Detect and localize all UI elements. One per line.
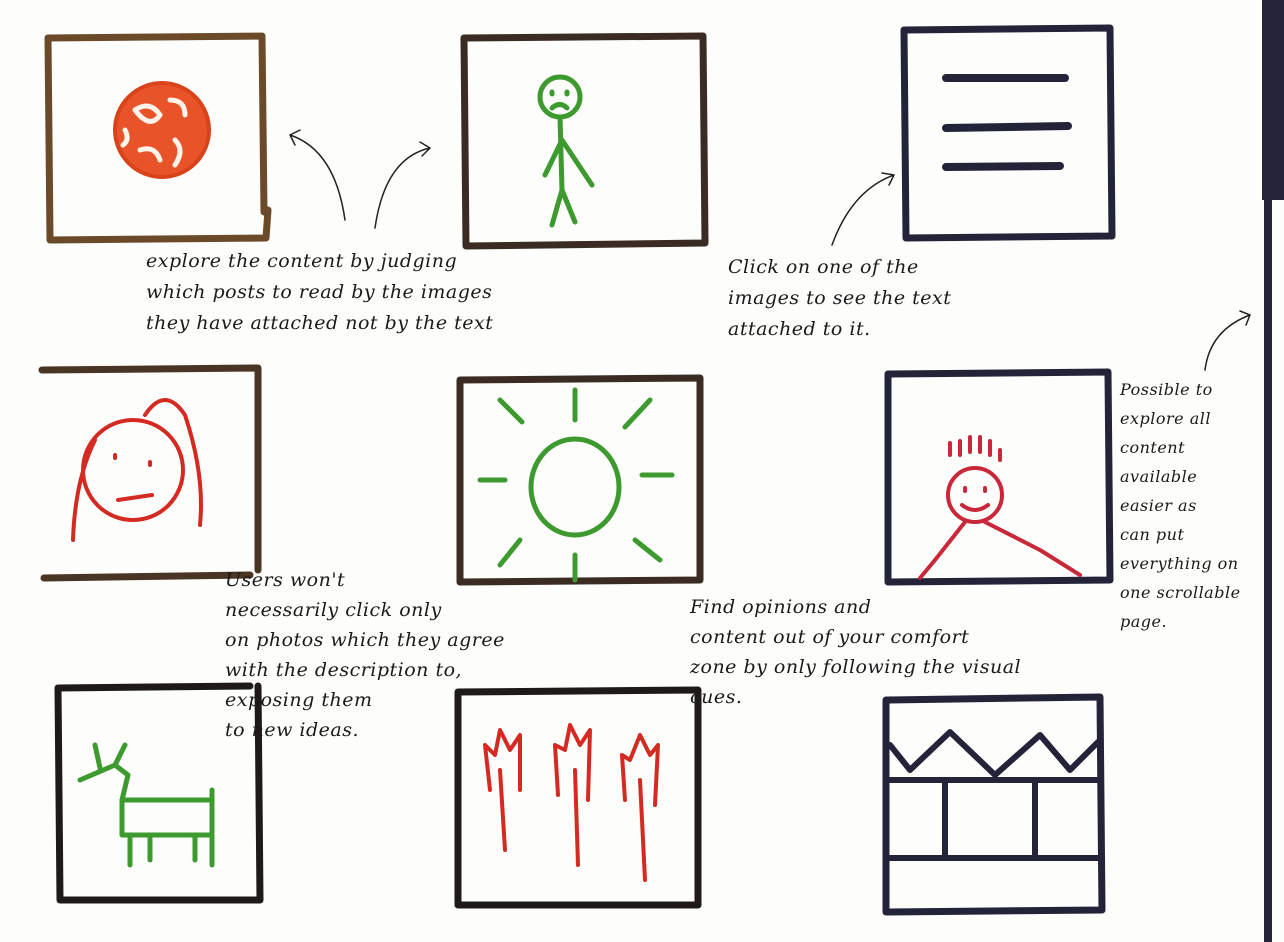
tile-ball[interactable]	[44, 32, 272, 244]
arrow-icon	[374, 141, 431, 229]
tile-stick-figure[interactable]	[460, 32, 709, 250]
note-click: Click on one of the images to see the te…	[728, 256, 952, 340]
note-scroll: Possible to explore all content availabl…	[1120, 380, 1241, 631]
building-icon	[887, 729, 1101, 861]
arrow-icon	[1204, 310, 1251, 371]
arrow-icon	[289, 129, 346, 221]
tile-girl-face[interactable]	[38, 364, 262, 582]
tile-sun[interactable]	[456, 374, 704, 586]
spiky-hair-person-icon	[918, 435, 1082, 580]
trees-icon	[483, 723, 660, 882]
arrow-icon	[831, 172, 895, 246]
dog-icon	[77, 742, 215, 868]
text-lines-icon	[942, 74, 1072, 171]
stick-figure-icon	[537, 74, 595, 228]
tile-building[interactable]	[882, 693, 1106, 916]
scrollbar-thumb	[1262, 0, 1284, 200]
tile-text-lines[interactable]	[900, 24, 1116, 242]
note-comfort: Find opinions and content out of your co…	[690, 596, 1022, 708]
sun-icon	[477, 387, 675, 583]
scrollbar[interactable]	[1262, 0, 1284, 942]
ball-icon	[113, 81, 211, 179]
tile-spiky-person[interactable]	[884, 368, 1114, 586]
note-users: Users won't necessarily click only on ph…	[225, 569, 505, 741]
girl-face-icon	[71, 398, 203, 542]
sketch-canvas	[38, 0, 1284, 942]
note-judging: explore the content by judging which pos…	[146, 250, 494, 334]
